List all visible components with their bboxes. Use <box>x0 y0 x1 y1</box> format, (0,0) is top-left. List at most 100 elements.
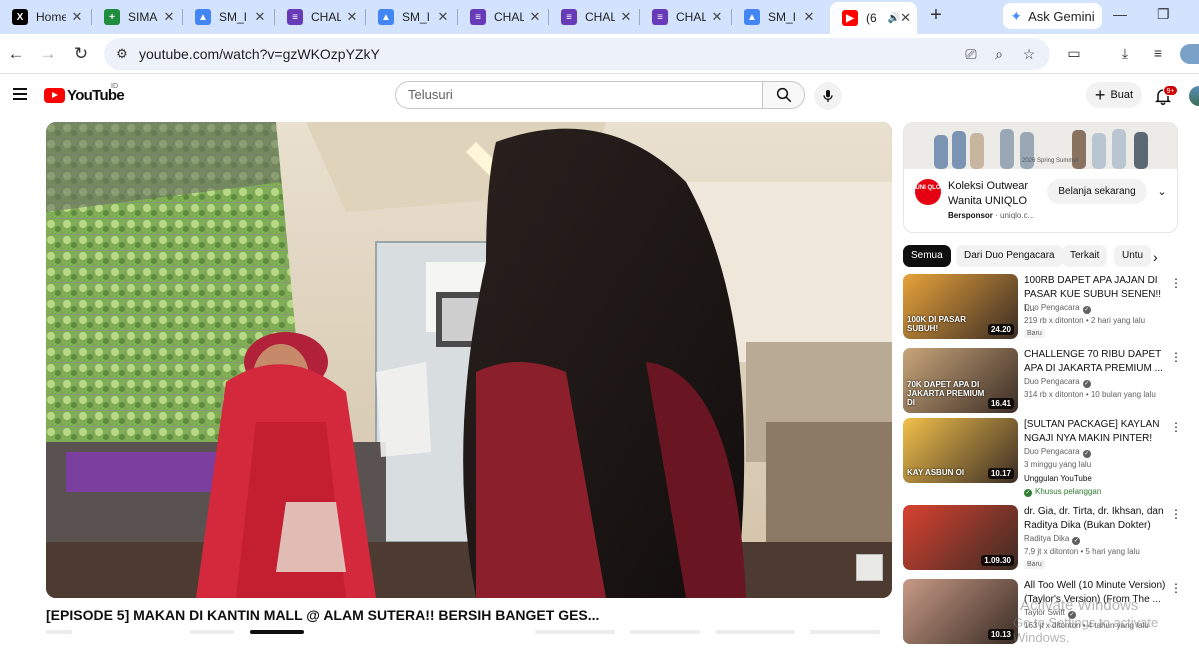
search-input[interactable] <box>408 87 748 102</box>
shop-now-button[interactable]: Belanja sekarang <box>1047 179 1147 204</box>
account-avatar[interactable] <box>1189 86 1199 106</box>
ad-banner-art: 2026 Spring Summer <box>904 123 1177 169</box>
share-button[interactable] <box>630 630 700 634</box>
more-options-icon[interactable]: ⋮ <box>1170 507 1182 521</box>
more-options-icon[interactable]: ⋮ <box>1170 276 1182 290</box>
chevron-down-icon[interactable]: ⌄ <box>1155 185 1169 199</box>
reload-icon[interactable]: ↻ <box>70 43 92 65</box>
browser-tab[interactable]: + SIMA ✕ <box>92 2 183 32</box>
video-duration: 1.09.30 <box>981 555 1014 566</box>
youtube-icon: ▶ <box>842 10 858 26</box>
close-tab-icon[interactable]: ✕ <box>709 9 725 25</box>
browser-tab[interactable]: ▶ (6 🔊 ✕ <box>830 2 917 34</box>
new-tab-button[interactable]: + <box>925 5 947 27</box>
zoom-icon[interactable]: ⌕ <box>990 46 1008 62</box>
close-tab-icon[interactable]: ✕ <box>618 9 634 25</box>
search-box[interactable] <box>395 81 763 109</box>
audio-playing-icon[interactable]: 🔊 <box>888 13 900 24</box>
url-text[interactable]: youtube.com/watch?v=gzWKOzpYZkY <box>139 46 380 62</box>
video-duration: 16.41 <box>987 398 1014 409</box>
ad-title[interactable]: Koleksi Outwear Wanita UNIQLO <box>948 179 1043 209</box>
recommendation-item[interactable]: 1.09.30 dr. Gia, dr. Tirta, dr. Ikhsan, d… <box>903 505 1193 575</box>
close-tab-icon[interactable]: ✕ <box>69 9 85 25</box>
download-icon[interactable]: ⤓ <box>1116 45 1134 63</box>
address-bar[interactable]: ⚙ youtube.com/watch?v=gzWKOzpYZkY ⎚ ⌕ ☆ <box>104 38 1050 70</box>
voice-search-button[interactable] <box>814 82 842 110</box>
browser-tab[interactable]: ▲ SM_I ✕ <box>183 2 274 32</box>
windows-watermark-subtitle: Go to Settings to activate Windows. <box>1013 615 1159 645</box>
browser-tab[interactable]: ▲ SM_I ✕ <box>732 2 823 32</box>
browser-tab-label: Home <box>36 10 66 24</box>
channel-watermark-logo[interactable] <box>856 554 883 581</box>
close-tab-icon[interactable]: ✕ <box>161 9 177 25</box>
video-thumbnail[interactable]: 10.13 <box>903 579 1018 644</box>
chip-for-you[interactable]: Untu <box>1114 245 1152 267</box>
chevron-right-icon[interactable]: › <box>1153 249 1158 265</box>
recommendation-title[interactable]: CHALLENGE 70 RIBU DAPET APA DI JAKARTA P… <box>1024 348 1174 376</box>
close-tab-icon[interactable]: ✕ <box>801 9 817 25</box>
browser-tab[interactable]: ≡ CHAL ✕ <box>458 2 549 32</box>
browser-tab[interactable]: ≡ CHAL ✕ <box>640 2 731 32</box>
recommendation-item[interactable]: 100K DI PASAR SUBUH! 24.20 100RB DAPET APA… <box>903 274 1193 344</box>
ask-gemini-button[interactable]: ✦ Ask Gemini <box>1003 3 1102 29</box>
close-tab-icon[interactable]: ✕ <box>435 9 451 25</box>
video-thumbnail[interactable]: KAY ASBUN OI 10.17 <box>903 418 1018 483</box>
more-options-icon[interactable]: ⋮ <box>1170 350 1182 364</box>
more-options-icon[interactable]: ⋮ <box>1170 420 1182 434</box>
search-button[interactable] <box>762 81 805 109</box>
create-button[interactable]: + Buat <box>1086 82 1142 108</box>
close-tab-icon[interactable]: ✕ <box>344 9 360 25</box>
join-button[interactable] <box>250 630 304 634</box>
chip-related[interactable]: Terkait <box>1062 245 1108 267</box>
channel-name[interactable]: Duo Pengacara ✓ <box>1024 303 1091 314</box>
channel-name[interactable]: Duo Pengacara ✓ <box>1024 377 1091 388</box>
bookmark-star-icon[interactable]: ☆ <box>1020 46 1038 62</box>
browser-tab[interactable]: ≡ CHAL ✕ <box>549 2 640 32</box>
browser-tab[interactable]: X Home ✕ <box>0 2 91 32</box>
close-tab-icon[interactable]: ✕ <box>900 10 911 26</box>
channel-name[interactable]: Duo Pengacara ✓ <box>1024 447 1091 458</box>
close-tab-icon[interactable]: ✕ <box>252 9 268 25</box>
like-button[interactable] <box>535 630 615 634</box>
sponsored-ad-card[interactable]: 2026 Spring Summer UNI QLO Koleksi Outwe… <box>903 122 1178 233</box>
video-thumbnail[interactable]: 100K DI PASAR SUBUH! 24.20 <box>903 274 1018 339</box>
cast-icon[interactable]: ▭ <box>1065 45 1083 63</box>
browser-profile-avatar[interactable] <box>1180 44 1199 64</box>
drive-icon: ▲ <box>744 9 760 25</box>
site-info-icon[interactable]: ⚙ <box>114 46 130 62</box>
forward-arrow-icon[interactable]: → <box>37 43 59 65</box>
channel-name-text: Raditya Dika <box>1024 534 1070 543</box>
video-thumbnail[interactable]: 1.09.30 <box>903 505 1018 570</box>
menu-icon[interactable] <box>13 88 27 100</box>
media-control-icon[interactable]: ≡ <box>1149 45 1167 63</box>
thumbnail-text: 100K DI PASAR SUBUH! <box>907 315 966 333</box>
download-button[interactable] <box>715 630 795 634</box>
restore-icon[interactable]: ❐ <box>1157 6 1170 23</box>
recommendation-title[interactable]: dr. Gia, dr. Tirta, dr. Ikhsan, dan Radi… <box>1024 505 1174 533</box>
back-arrow-icon[interactable]: ← <box>5 43 27 65</box>
forms-icon: ≡ <box>561 9 577 25</box>
recommendation-title[interactable]: [SULTAN PACKAGE] KAYLAN NGAJI NYA MAKIN … <box>1024 418 1174 446</box>
chip-from-channel[interactable]: Dari Duo Pengacara <box>956 245 1063 267</box>
video-thumbnail[interactable]: 70K DAPET APA DI JAKARTA PREMIUM DI 16.41 <box>903 348 1018 413</box>
minimize-icon[interactable]: — <box>1113 6 1127 22</box>
install-app-icon[interactable]: ⎚ <box>962 46 980 62</box>
ad-banner-image[interactable]: 2026 Spring Summer <box>904 123 1177 169</box>
chip-all[interactable]: Semua <box>903 245 951 267</box>
channel-name[interactable]: Raditya Dika ✓ <box>1024 534 1081 545</box>
video-title: [EPISODE 5] MAKAN DI KANTIN MALL @ ALAM … <box>46 607 600 623</box>
video-player[interactable] <box>46 122 892 598</box>
browser-tab[interactable]: ▲ SM_I ✕ <box>366 2 457 32</box>
more-options-icon[interactable]: ⋮ <box>1170 581 1182 595</box>
channel-name-text: Duo Pengacara <box>1024 447 1080 456</box>
recommendation-item[interactable]: KAY ASBUN OI 10.17 [SULTAN PACKAGE] KAYLAN… <box>903 418 1193 497</box>
youtube-play-icon <box>44 88 65 103</box>
uniqlo-logo[interactable]: UNI QLO <box>915 179 941 205</box>
browser-tab[interactable]: ≡ CHAL ✕ <box>275 2 366 32</box>
recommendation-item[interactable]: 70K DAPET APA DI JAKARTA PREMIUM DI 16.41… <box>903 348 1193 418</box>
subscribe-button[interactable] <box>190 630 234 634</box>
more-actions-button[interactable] <box>810 630 880 634</box>
close-tab-icon[interactable]: ✕ <box>527 9 543 25</box>
youtube-logo[interactable]: YouTube ID <box>44 83 125 104</box>
channel-avatar[interactable] <box>46 630 72 634</box>
